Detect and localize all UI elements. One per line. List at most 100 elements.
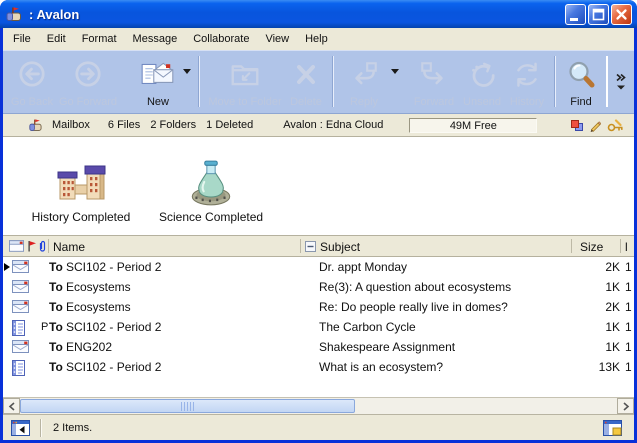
- column-header-name[interactable]: Name: [53, 240, 85, 254]
- go-back-button[interactable]: Go Back: [7, 53, 57, 110]
- mailbox-icon: [29, 118, 44, 132]
- date-cell-partial: 1: [625, 260, 632, 274]
- menu-edit[interactable]: Edit: [39, 30, 74, 48]
- column-header-partial[interactable]: l: [625, 240, 628, 254]
- date-cell-partial: 1: [625, 360, 632, 374]
- items-count: 2 Items.: [53, 422, 92, 434]
- message-row[interactable]: To Ecosystems Re: Do people really live …: [3, 297, 634, 317]
- scrollbar-track[interactable]: [20, 398, 617, 414]
- reply-dropdown-arrow[interactable]: [389, 53, 401, 110]
- name-cell: SCI102 - Period 2: [66, 360, 161, 374]
- column-divider[interactable]: [620, 239, 621, 253]
- size-cell: 1K: [521, 340, 620, 354]
- message-row[interactable]: To SCI102 - Period 2 What is an ecosyste…: [3, 357, 634, 377]
- menu-help[interactable]: Help: [297, 30, 336, 48]
- message-column-icon[interactable]: [9, 240, 24, 252]
- pencil-icon[interactable]: [589, 119, 601, 132]
- name-cell: ENG202: [66, 340, 112, 354]
- document-icon: [12, 360, 25, 376]
- message-icon: [12, 340, 29, 353]
- toolbar: Go Back Go Forward: [3, 50, 634, 114]
- history-button[interactable]: History: [505, 53, 549, 110]
- message-list: To SCI102 - Period 2 Dr. appt Monday 2K …: [3, 257, 634, 397]
- document-icon: [12, 320, 25, 336]
- reply-button[interactable]: Reply: [339, 53, 389, 110]
- message-icon: [12, 300, 29, 313]
- menu-format[interactable]: Format: [74, 30, 125, 48]
- message-row[interactable]: To ENG202 Shakespeare Assignment 1K 1: [3, 337, 634, 357]
- delete-button[interactable]: Delete: [285, 53, 327, 110]
- horizontal-scrollbar: [3, 397, 634, 414]
- unsend-button[interactable]: Unsend: [459, 53, 505, 110]
- folder-label: History Completed: [32, 210, 131, 224]
- size-cell: 2K: [521, 260, 620, 274]
- menu-message[interactable]: Message: [125, 30, 186, 48]
- column-divider[interactable]: [571, 239, 572, 253]
- size-cell: 1K: [521, 280, 620, 294]
- pane-toggle-icon[interactable]: [11, 420, 30, 436]
- name-cell: Ecosystems: [66, 280, 131, 294]
- titlebar[interactable]: : Avalon: [0, 0, 637, 28]
- go-back-icon: [16, 53, 48, 96]
- move-to-folder-label: Move to Folder: [208, 96, 281, 109]
- column-header-subject[interactable]: Subject: [320, 240, 360, 254]
- new-message-icon: [139, 53, 177, 96]
- find-button[interactable]: Find: [561, 53, 601, 110]
- menu-collaborate[interactable]: Collaborate: [185, 30, 257, 48]
- menu-view[interactable]: View: [257, 30, 297, 48]
- message-row[interactable]: To Ecosystems Re(3): A question about ec…: [3, 277, 634, 297]
- date-cell-partial: 1: [625, 280, 632, 294]
- column-header-size[interactable]: Size: [580, 240, 603, 254]
- close-button[interactable]: [611, 4, 632, 25]
- history-icon: [511, 53, 543, 96]
- to-cell: To: [49, 260, 63, 274]
- layout-toggle-icon[interactable]: [603, 420, 622, 436]
- message-row[interactable]: To SCI102 - Period 2 Dr. appt Monday 2K …: [3, 257, 634, 277]
- name-cell: SCI102 - Period 2: [66, 320, 161, 334]
- list-header: Name Subject Size l: [3, 235, 634, 257]
- subject-cell: Shakespeare Assignment: [319, 340, 455, 354]
- maximize-button[interactable]: [588, 4, 609, 25]
- minimize-button[interactable]: [565, 4, 586, 25]
- menu-file[interactable]: File: [5, 30, 39, 48]
- statusbar: 2 Items.: [3, 414, 634, 440]
- collapse-icon[interactable]: [305, 241, 316, 252]
- message-row[interactable]: P To SCI102 - Period 2 The Carbon Cycle …: [3, 317, 634, 337]
- infobar-icons: [570, 119, 624, 132]
- folder-history-completed[interactable]: History Completed: [29, 147, 133, 224]
- move-to-folder-button[interactable]: Move to Folder: [205, 53, 285, 110]
- to-cell: To: [49, 320, 63, 334]
- free-space-indicator: 49M Free: [409, 118, 537, 133]
- new-button[interactable]: New: [135, 53, 181, 110]
- subject-cell: Re: Do people really live in domes?: [319, 300, 508, 314]
- location-label: Mailbox: [52, 119, 90, 131]
- menubar: File Edit Format Message Collaborate Vie…: [3, 28, 634, 50]
- column-divider[interactable]: [300, 239, 301, 253]
- subject-cell: The Carbon Cycle: [319, 320, 416, 334]
- layered-squares-icon[interactable]: [570, 119, 583, 132]
- size-cell: 13K: [521, 360, 620, 374]
- go-forward-button[interactable]: Go Forward: [57, 53, 119, 110]
- folder-science-completed[interactable]: Science Completed: [159, 147, 263, 224]
- new-dropdown-arrow[interactable]: [181, 53, 193, 110]
- toolbar-separator: [606, 56, 608, 107]
- attachment-column-icon[interactable]: [38, 240, 47, 253]
- app-mailbox-icon: [6, 6, 24, 22]
- key-pencil-icon[interactable]: [607, 119, 624, 132]
- scroll-left-button[interactable]: [3, 398, 20, 414]
- scroll-right-button[interactable]: [617, 398, 634, 414]
- toolbar-separator: [198, 56, 200, 107]
- scrollbar-thumb[interactable]: [20, 399, 355, 413]
- toolbar-overflow-button[interactable]: [613, 53, 629, 110]
- move-to-folder-icon: [229, 53, 261, 96]
- toolbar-gap: [119, 53, 135, 110]
- flag-column-icon[interactable]: [27, 240, 37, 253]
- go-forward-icon: [72, 53, 104, 96]
- unsend-icon: [466, 53, 498, 96]
- size-cell: 2K: [521, 300, 620, 314]
- name-cell: Ecosystems: [66, 300, 131, 314]
- column-divider[interactable]: [48, 239, 49, 253]
- forward-button[interactable]: Forward: [409, 53, 459, 110]
- infobar: Mailbox 6 Files 2 Folders 1 Deleted Aval…: [3, 114, 634, 137]
- to-cell: To: [49, 300, 63, 314]
